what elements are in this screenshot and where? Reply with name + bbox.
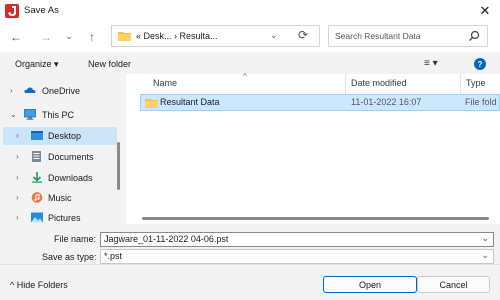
chevron-down-icon[interactable]: ⌄ bbox=[481, 233, 489, 244]
download-arrow-icon bbox=[32, 172, 42, 183]
title-bar: Save As ✕ bbox=[0, 0, 500, 22]
computer-icon bbox=[24, 109, 36, 120]
folder-icon bbox=[145, 99, 158, 108]
column-divider[interactable] bbox=[460, 74, 461, 94]
chevron-right-icon[interactable]: › bbox=[10, 86, 13, 95]
chevron-down-icon[interactable]: ⌄ bbox=[10, 110, 17, 119]
refresh-icon[interactable]: ⟳ bbox=[298, 28, 308, 42]
search-icon[interactable] bbox=[468, 30, 480, 42]
sidebar-item-onedrive[interactable]: › OneDrive bbox=[0, 82, 122, 100]
open-button[interactable]: Open bbox=[323, 276, 417, 293]
column-header-date-modified[interactable]: Date modified bbox=[351, 78, 407, 88]
sidebar-item-label: Downloads bbox=[48, 173, 93, 183]
window-title: Save As bbox=[24, 5, 59, 16]
column-header-name[interactable]: Name bbox=[153, 78, 177, 88]
recent-locations-button[interactable]: ⌄ bbox=[62, 29, 76, 43]
chevron-right-icon[interactable]: › bbox=[16, 213, 19, 222]
file-name-value[interactable]: Jagware_01-11-2022 04-06.pst bbox=[104, 234, 228, 244]
breadcrumb[interactable]: « Desk... › Resulta... bbox=[136, 31, 218, 41]
save-as-type-select[interactable]: *.pst ⌄ bbox=[100, 249, 494, 264]
file-name-field[interactable]: Jagware_01-11-2022 04-06.pst ⌄ bbox=[100, 232, 494, 247]
up-arrow-icon: ↑ bbox=[89, 30, 95, 44]
save-as-dialog: Save As ✕ ← → ⌄ ↑ « Desk... › Resulta...… bbox=[0, 0, 500, 300]
address-dropdown-icon[interactable]: ⌄ bbox=[270, 30, 278, 41]
up-button[interactable]: ↑ bbox=[85, 30, 99, 44]
documents-icon bbox=[32, 151, 41, 162]
chevron-right-icon[interactable]: › bbox=[16, 152, 19, 161]
view-options-button[interactable]: ≡ ▾ bbox=[424, 58, 438, 69]
organize-button[interactable]: Organize ▾ bbox=[15, 59, 59, 70]
save-as-type-label: Save as type: bbox=[42, 252, 97, 262]
back-arrow-icon: ← bbox=[10, 30, 22, 44]
hide-folders-button[interactable]: ^ Hide Folders bbox=[10, 280, 68, 290]
file-row[interactable]: Resultant Data 11-01-2022 16:07 File fol… bbox=[140, 94, 500, 111]
sidebar-item-desktop[interactable]: › Desktop bbox=[3, 127, 117, 145]
forward-button[interactable]: → bbox=[39, 30, 53, 44]
chevron-right-icon[interactable]: › bbox=[16, 193, 19, 202]
forward-arrow-icon: → bbox=[40, 30, 52, 44]
file-type: File fold bbox=[465, 97, 497, 107]
chevron-right-icon[interactable]: › bbox=[16, 173, 19, 182]
search-box[interactable] bbox=[328, 25, 488, 47]
sidebar-item-label: This PC bbox=[42, 110, 75, 120]
sidebar-item-downloads[interactable]: › Downloads bbox=[0, 169, 122, 187]
onedrive-cloud-icon bbox=[24, 87, 36, 93]
sidebar-item-label: Documents bbox=[48, 152, 94, 162]
sort-ascending-icon: ^ bbox=[243, 72, 247, 81]
folder-icon bbox=[118, 32, 131, 41]
horizontal-scrollbar[interactable] bbox=[142, 217, 489, 220]
sidebar-item-label: OneDrive bbox=[42, 86, 81, 96]
sidebar-item-documents[interactable]: › Documents bbox=[0, 148, 122, 166]
sidebar-item-this-pc[interactable]: ⌄ This PC bbox=[0, 106, 122, 124]
open-button-label: Open bbox=[358, 279, 382, 290]
sidebar-item-label: Pictures bbox=[48, 213, 81, 223]
divider bbox=[0, 264, 500, 265]
sidebar-item-music[interactable]: › Music bbox=[0, 189, 122, 207]
close-button[interactable]: ✕ bbox=[470, 0, 500, 22]
sidebar-item-label: Desktop bbox=[48, 131, 82, 141]
cancel-button-label: Cancel bbox=[439, 279, 468, 290]
address-bar[interactable]: « Desk... › Resulta... ⌄ ⟳ bbox=[111, 25, 320, 47]
navigation-pane: › OneDrive ⌄ This PC › Desktop › Documen… bbox=[0, 74, 124, 224]
column-header-type[interactable]: Type bbox=[466, 78, 486, 88]
search-input[interactable] bbox=[335, 30, 460, 42]
chevron-down-icon: ⌄ bbox=[65, 30, 73, 41]
sidebar-scrollbar[interactable] bbox=[117, 142, 120, 190]
column-divider[interactable] bbox=[345, 74, 346, 94]
help-icon[interactable]: ? bbox=[474, 58, 486, 70]
chevron-down-icon[interactable]: ⌄ bbox=[481, 250, 489, 261]
desktop-icon bbox=[31, 131, 43, 140]
file-date: 11-01-2022 16:07 bbox=[351, 97, 422, 107]
app-icon bbox=[5, 4, 19, 18]
new-folder-button[interactable]: New folder bbox=[88, 59, 131, 69]
pictures-icon bbox=[31, 212, 43, 223]
file-name-label: File name: bbox=[54, 234, 97, 244]
close-icon: ✕ bbox=[479, 3, 491, 18]
save-as-type-value[interactable]: *.pst bbox=[104, 251, 122, 261]
chevron-right-icon[interactable]: › bbox=[16, 131, 19, 140]
sidebar-item-label: Music bbox=[48, 193, 72, 203]
back-button[interactable]: ← bbox=[9, 30, 23, 44]
music-icon bbox=[31, 192, 43, 203]
file-name: Resultant Data bbox=[160, 97, 220, 107]
cancel-button[interactable]: Cancel bbox=[417, 276, 490, 293]
